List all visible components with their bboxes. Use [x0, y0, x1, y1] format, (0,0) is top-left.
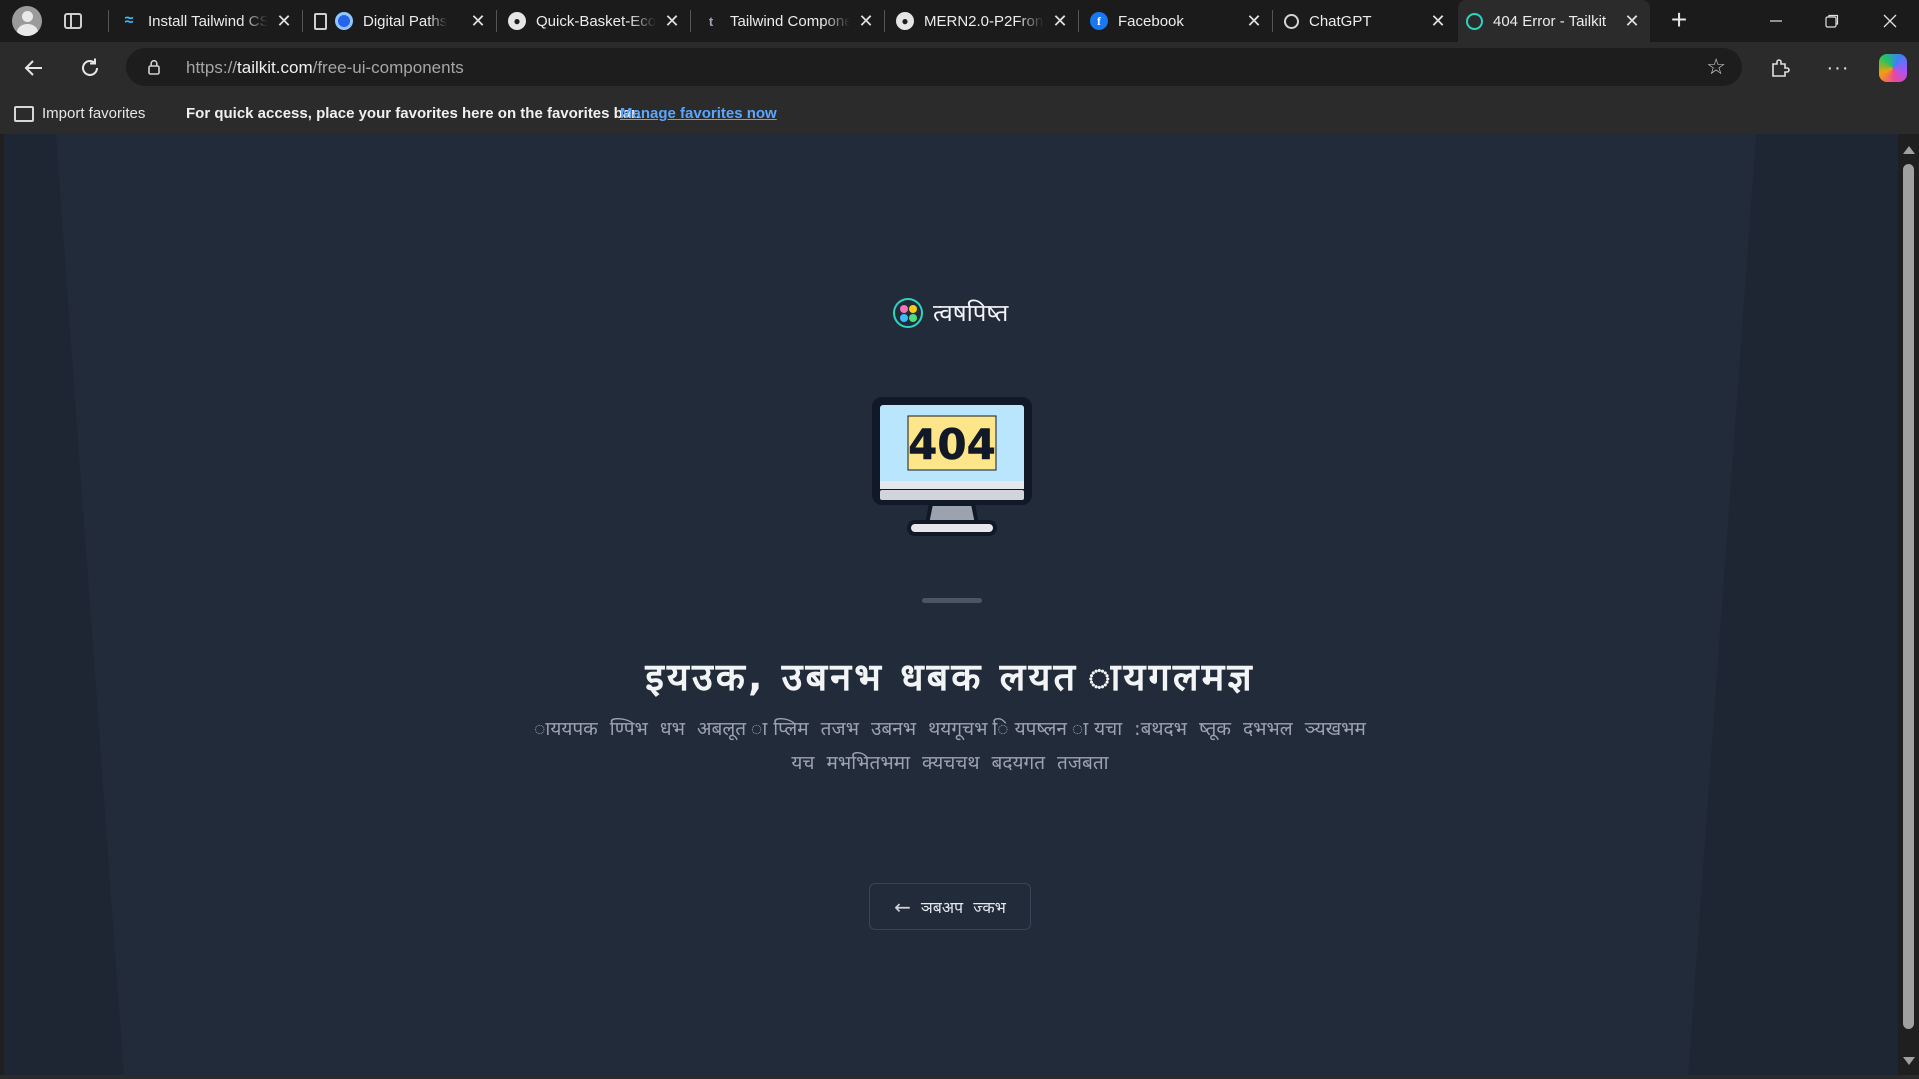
tailwind-icon: ≈ — [124, 12, 134, 29]
url-text[interactable]: https://tailkit.com/free-ui-components — [186, 58, 464, 78]
tab-404-tailkit[interactable]: 404 Error - Tailkit ✕ — [1458, 0, 1650, 42]
more-menu-button[interactable]: ··· — [1820, 50, 1856, 86]
scroll-down-icon[interactable] — [1903, 1057, 1915, 1065]
tab-title: ChatGPT — [1309, 12, 1372, 30]
import-favorites-icon — [14, 105, 34, 122]
tab-digital-paths[interactable]: Digital Paths ✕ — [306, 0, 496, 42]
minimize-button[interactable] — [1748, 0, 1804, 42]
tab-separator — [496, 10, 497, 32]
url-domain: tailkit.com — [237, 58, 313, 77]
close-tab-icon[interactable]: ✕ — [1050, 11, 1070, 31]
tab-separator — [690, 10, 691, 32]
tab-separator — [884, 10, 885, 32]
monitor-404-text: 404 — [908, 420, 996, 469]
manage-favorites-link[interactable]: Manage favorites now — [620, 105, 777, 122]
page-icon — [314, 12, 327, 30]
arrow-left-icon: ← — [894, 894, 911, 919]
minimize-icon — [1770, 20, 1782, 22]
extensions-icon — [1772, 59, 1790, 77]
facebook-icon: f — [1090, 12, 1108, 30]
url-path: /free-ui-components — [312, 58, 464, 77]
restore-button[interactable] — [1804, 0, 1860, 42]
tab-title: Tailwind Components — [730, 12, 850, 30]
tab-title: Facebook — [1118, 12, 1184, 30]
monitor-404-illustration: 404 — [872, 397, 1032, 536]
new-tab-button[interactable]: + — [1664, 6, 1694, 36]
tab-separator — [1078, 10, 1079, 32]
tab-separator — [1272, 10, 1273, 32]
back-home-button[interactable]: ← ञबअप ज्कभ — [869, 883, 1031, 930]
tab-title: Quick-Basket-Ecommerce — [536, 12, 656, 30]
tab-quick-basket[interactable]: ● Quick-Basket-Ecommerce ✕ — [500, 0, 690, 42]
scroll-up-icon[interactable] — [1903, 146, 1915, 154]
error-headline: इयउक, उबनभ धबक लयत ायगलमज्ञ — [645, 655, 1255, 699]
page-scrollbar[interactable] — [1898, 134, 1919, 1075]
refresh-button[interactable] — [72, 50, 108, 86]
page-viewport — [4, 134, 1898, 1075]
profile-avatar[interactable] — [12, 6, 42, 36]
brand-name: त्वषपिष्त — [933, 299, 1009, 327]
tab-facebook[interactable]: f Facebook ✕ — [1082, 0, 1272, 42]
brand-logo[interactable]: त्वषपिष्त — [893, 296, 1008, 329]
tab-separator — [302, 10, 303, 32]
error-description: ाययपक ण्पिभ धभ अबलूत ाप्लिम तजभ उबनभ थयग… — [480, 712, 1420, 780]
scrollbar-thumb[interactable] — [1903, 164, 1914, 1029]
github-icon: ● — [896, 12, 914, 30]
favorites-bar: Import favorites For quick access, place… — [0, 94, 1919, 134]
extensions-button[interactable] — [1762, 50, 1798, 86]
close-icon — [1883, 14, 1897, 28]
tailkit-logo-icon — [893, 297, 923, 328]
close-tab-icon[interactable]: ✕ — [1622, 11, 1642, 31]
tab-strip: ≈ Install Tailwind CSS ✕ Digital Paths ✕… — [0, 0, 1919, 42]
favorites-bar-message: For quick access, place your favorites h… — [186, 105, 641, 122]
close-tab-icon[interactable]: ✕ — [662, 11, 682, 31]
error-description-line-2: यच मभभितभमा क्यचचथ बदयगत तजबता — [791, 752, 1109, 774]
import-favorites-label: Import favorites — [42, 105, 146, 122]
close-window-button[interactable] — [1862, 0, 1918, 42]
close-tab-icon[interactable]: ✕ — [1428, 11, 1448, 31]
tab-chatgpt[interactable]: ChatGPT ✕ — [1276, 0, 1456, 42]
close-tab-icon[interactable]: ✕ — [856, 11, 876, 31]
tab-title: Install Tailwind CSS — [148, 12, 268, 30]
digital-paths-icon — [335, 12, 353, 30]
tab-separator — [108, 10, 109, 32]
copilot-icon[interactable] — [1879, 54, 1907, 82]
close-tab-icon[interactable]: ✕ — [468, 11, 488, 31]
back-arrow-icon — [24, 60, 42, 76]
page-panel — [56, 134, 1756, 1075]
restore-icon — [1825, 14, 1839, 28]
back-home-label: ञबअप ज्कभ — [920, 897, 1006, 917]
close-tab-icon[interactable]: ✕ — [274, 11, 294, 31]
refresh-icon — [82, 58, 98, 76]
error-description-line-1: ाययपक ण्पिभ धभ अबलूत ाप्लिम तजभ उबनभ थयग… — [534, 718, 1366, 740]
lock-icon[interactable] — [148, 59, 160, 75]
browser-toolbar: https://tailkit.com/free-ui-components ☆… — [0, 42, 1919, 94]
back-button[interactable] — [16, 50, 52, 86]
more-dots-icon: ··· — [1826, 56, 1850, 79]
tab-install-tailwind[interactable]: ≈ Install Tailwind CSS ✕ — [112, 0, 302, 42]
chatgpt-icon — [1284, 13, 1299, 29]
import-favorites-button[interactable]: Import favorites — [14, 105, 145, 122]
url-prefix: https:// — [186, 58, 238, 77]
close-tab-icon[interactable]: ✕ — [1244, 11, 1264, 31]
address-bar[interactable]: https://tailkit.com/free-ui-components ☆ — [126, 48, 1742, 86]
section-divider — [922, 598, 982, 603]
tailkit-icon — [1466, 12, 1483, 30]
workspaces-icon[interactable] — [64, 13, 82, 29]
tab-tailwind-components[interactable]: t Tailwind Components ✕ — [694, 0, 884, 42]
github-icon: ● — [508, 12, 526, 30]
window-bottom-edge — [0, 1075, 1919, 1079]
tab-title: MERN2.0-P2Frontend — [924, 12, 1044, 30]
favorite-star-icon[interactable]: ☆ — [1706, 54, 1726, 80]
tab-title: Digital Paths — [363, 12, 447, 30]
tab-title: 404 Error - Tailkit — [1493, 12, 1607, 30]
tab-mern[interactable]: ● MERN2.0-P2Frontend ✕ — [888, 0, 1078, 42]
tailkit-icon: t — [708, 13, 714, 29]
